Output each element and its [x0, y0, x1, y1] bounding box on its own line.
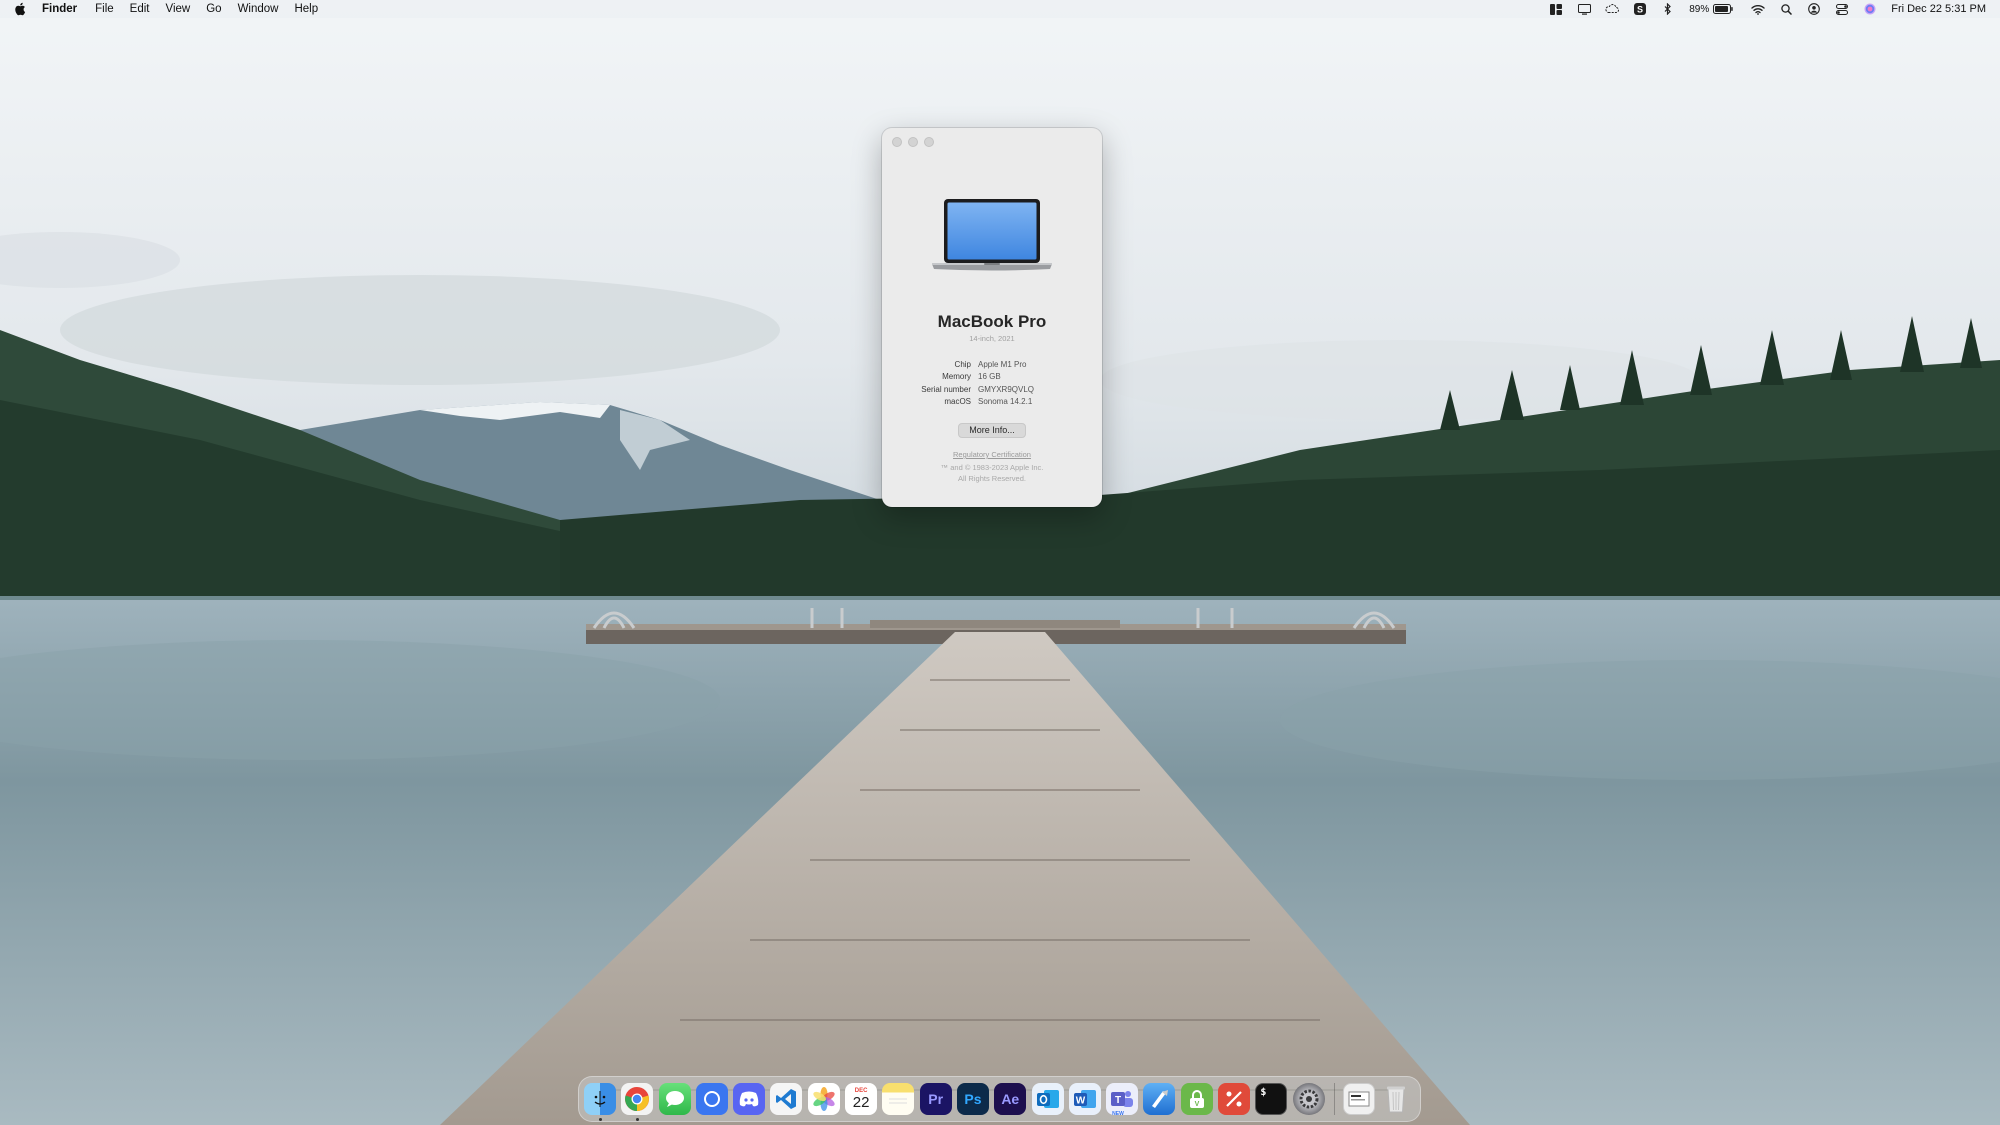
zoom-button[interactable] — [924, 137, 934, 147]
system-settings-icon[interactable] — [1292, 1083, 1325, 1115]
display-icon[interactable] — [1577, 2, 1591, 16]
dock-separator — [1333, 1083, 1335, 1115]
terminal-icon[interactable]: $ — [1255, 1083, 1288, 1115]
spec-label: Serial number — [921, 384, 971, 394]
model-name: MacBook Pro — [937, 312, 1047, 331]
signal-icon[interactable] — [695, 1083, 728, 1115]
regulatory-certification-link[interactable]: Regulatory Certification — [882, 450, 1102, 459]
discord-icon[interactable] — [733, 1083, 766, 1115]
messages-icon[interactable] — [658, 1083, 691, 1115]
app-glyph: Ae — [1001, 1091, 1020, 1107]
spec-value: Sonoma 14.2.1 — [978, 397, 1033, 407]
svg-text:T: T — [1115, 1095, 1121, 1106]
wifi-icon[interactable] — [1751, 2, 1765, 16]
copyright-text: ™ and © 1983-2023 Apple Inc. All Rights … — [882, 462, 1102, 484]
battery-percent: 89% — [1689, 3, 1710, 15]
about-this-mac-window: MacBook Pro 14-inch, 2021 Chip Apple M1 … — [882, 128, 1102, 507]
bluetooth-icon[interactable] — [1661, 2, 1675, 16]
app-glyph: Pr — [928, 1091, 944, 1107]
more-info-button[interactable]: More Info... — [958, 423, 1026, 438]
running-indicator — [635, 1118, 639, 1121]
dock: DEC 22 Pr Ps Ae W T NEW V $ — [578, 1076, 1421, 1122]
copyright-line: All Rights Reserved. — [958, 474, 1026, 483]
calendar-day: 22 — [852, 1094, 870, 1111]
spec-value: Apple M1 Pro — [978, 359, 1027, 369]
spotlight-search-icon[interactable] — [1779, 2, 1793, 16]
new-badge: NEW — [1112, 1111, 1124, 1117]
outlook-icon[interactable] — [1031, 1083, 1064, 1115]
trash-icon[interactable] — [1380, 1083, 1412, 1115]
user-icon[interactable] — [1807, 2, 1821, 16]
close-button[interactable] — [892, 137, 902, 147]
macbook-pro-illustration — [932, 199, 1052, 271]
word-icon[interactable]: W — [1068, 1083, 1101, 1115]
photoshop-icon[interactable]: Ps — [956, 1083, 989, 1115]
menu-finder[interactable]: Finder — [42, 3, 77, 15]
copyright-line: ™ and © 1983-2023 Apple Inc. — [940, 463, 1044, 472]
menu-view[interactable]: View — [166, 3, 191, 15]
teams-icon[interactable]: T NEW — [1106, 1083, 1139, 1117]
running-indicator — [598, 1118, 602, 1121]
spec-row-memory: Memory 16 GB — [882, 371, 1102, 384]
spec-value: GMYXR9QVLQ — [978, 384, 1035, 394]
battery-icon[interactable] — [1713, 2, 1733, 16]
premiere-pro-icon[interactable]: Pr — [919, 1083, 952, 1115]
menu-go[interactable]: Go — [206, 3, 221, 15]
finder-icon[interactable] — [584, 1083, 616, 1121]
word-glyph: W — [1076, 1096, 1086, 1107]
menu-help[interactable]: Help — [294, 3, 318, 15]
after-effects-icon[interactable]: Ae — [994, 1083, 1027, 1115]
xcode-icon[interactable] — [1143, 1083, 1176, 1115]
menu-clock[interactable]: Fri Dec 22 5:31 PM — [1891, 3, 1986, 15]
spec-list: Chip Apple M1 Pro Memory 16 GB Serial nu… — [882, 358, 1102, 408]
vscode-icon[interactable] — [770, 1083, 803, 1115]
menu-bar: Finder File Edit View Go Window Help S 8… — [0, 0, 2000, 18]
siri-icon[interactable] — [1863, 2, 1877, 16]
svg-text:S: S — [1637, 5, 1643, 15]
cloud-icon[interactable] — [1605, 2, 1620, 16]
app-glyph: Ps — [964, 1091, 982, 1107]
spec-row-macos: macOS Sonoma 14.2.1 — [882, 396, 1102, 409]
svg-text:V: V — [1194, 1101, 1199, 1108]
model-subtitle: 14-inch, 2021 — [969, 334, 1015, 343]
spec-label: Memory — [942, 372, 971, 382]
chrome-icon[interactable] — [621, 1083, 654, 1121]
stage-manager-icon[interactable] — [1549, 2, 1563, 16]
screenshot-preview-icon[interactable] — [1342, 1083, 1375, 1115]
notes-icon[interactable] — [882, 1083, 915, 1115]
spec-value: 16 GB — [978, 372, 1001, 382]
spec-row-chip: Chip Apple M1 Pro — [882, 358, 1102, 371]
menu-edit[interactable]: Edit — [130, 3, 150, 15]
window-controls — [892, 137, 934, 147]
menu-file[interactable]: File — [95, 3, 114, 15]
spec-row-serial: Serial number GMYXR9QVLQ — [882, 383, 1102, 396]
photos-icon[interactable] — [807, 1083, 840, 1115]
minimize-button[interactable] — [908, 137, 918, 147]
calendar-icon[interactable]: DEC 22 — [845, 1083, 878, 1115]
spec-label: Chip — [954, 359, 971, 369]
control-center-icon[interactable] — [1835, 2, 1849, 16]
git-client-icon[interactable] — [1218, 1083, 1251, 1115]
menu-window[interactable]: Window — [238, 3, 279, 15]
terminal-glyph: $ — [1260, 1087, 1267, 1098]
vpn-lock-icon[interactable]: V — [1180, 1083, 1213, 1115]
s-app-icon[interactable]: S — [1633, 2, 1647, 16]
apple-logo-icon[interactable] — [14, 2, 28, 16]
spec-label: macOS — [944, 397, 971, 407]
